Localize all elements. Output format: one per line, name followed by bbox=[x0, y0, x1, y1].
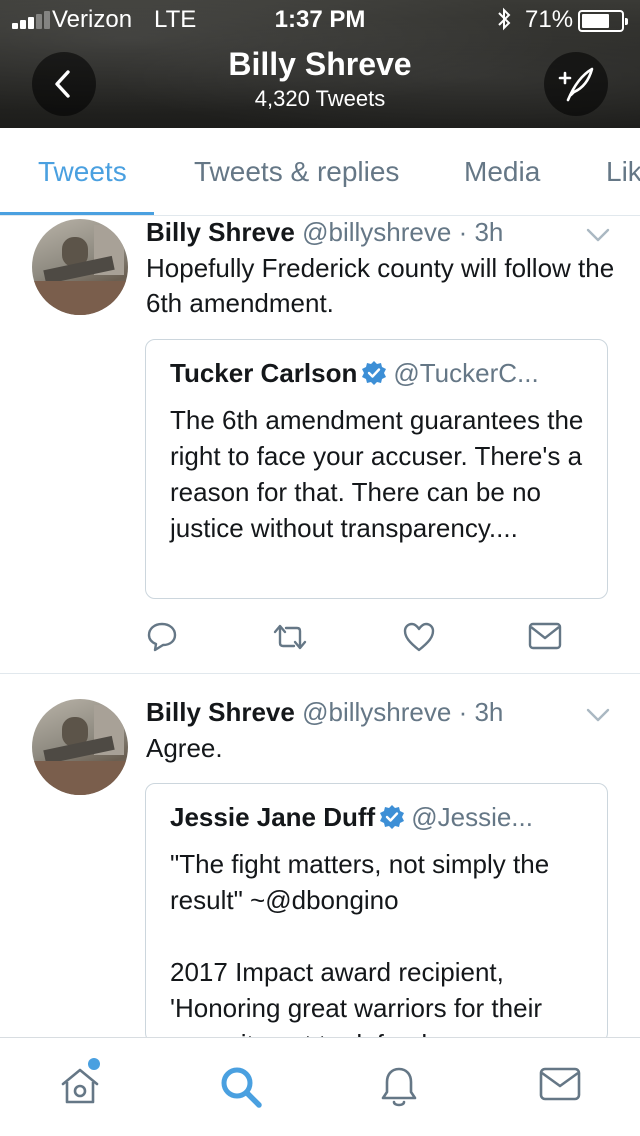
envelope-icon[interactable] bbox=[538, 1064, 582, 1104]
tweet-time: · 3h bbox=[458, 697, 504, 727]
chevron-down-icon[interactable] bbox=[586, 227, 610, 243]
quoted-author-handle: @TuckerC... bbox=[393, 358, 539, 388]
author-name[interactable]: Billy Shreve bbox=[146, 217, 295, 247]
tweet[interactable]: Billy Shreve @billyshreve · 3h Agree. Je… bbox=[0, 675, 640, 1037]
battery-icon bbox=[578, 10, 628, 32]
avatar[interactable] bbox=[32, 219, 128, 315]
profile-tabs: Tweets Tweets & replies Media Lik bbox=[0, 128, 640, 216]
tweet-feed[interactable]: Billy Shreve @billyshreve · 3h Hopefully… bbox=[0, 217, 640, 1037]
tweet-time: · 3h bbox=[458, 217, 504, 247]
author-handle[interactable]: @billyshreve bbox=[302, 217, 451, 247]
quoted-tweet[interactable]: Tucker Carlson @TuckerC... The 6th amend… bbox=[145, 339, 608, 599]
verified-badge-icon bbox=[380, 805, 405, 829]
bell-icon[interactable] bbox=[378, 1064, 420, 1110]
retweet-icon[interactable] bbox=[272, 621, 308, 653]
home-icon[interactable] bbox=[58, 1064, 102, 1108]
bottom-tab-bar bbox=[0, 1037, 640, 1136]
tab-media[interactable]: Media bbox=[464, 156, 540, 188]
status-bar: Verizon LTE 1:37 PM 71% bbox=[0, 0, 640, 40]
quoted-tweet-header: Jessie Jane Duff @Jessie... bbox=[170, 802, 533, 833]
search-icon[interactable] bbox=[218, 1064, 264, 1110]
reply-icon[interactable] bbox=[146, 621, 178, 653]
battery-fill bbox=[582, 14, 609, 28]
battery-percent: 71% bbox=[525, 6, 574, 33]
tweet-actions bbox=[0, 621, 640, 661]
tweet-header: Billy Shreve @billyshreve · 3h bbox=[146, 697, 503, 728]
profile-header: Verizon LTE 1:37 PM 71% Billy Shreve 4,3… bbox=[0, 0, 640, 128]
envelope-icon[interactable] bbox=[528, 621, 562, 651]
author-name[interactable]: Billy Shreve bbox=[146, 697, 295, 727]
tab-tweets-and-replies[interactable]: Tweets & replies bbox=[194, 156, 399, 188]
compose-tweet-button[interactable] bbox=[544, 52, 608, 116]
quoted-author-name: Tucker Carlson bbox=[170, 358, 358, 388]
active-tab-indicator bbox=[0, 212, 154, 215]
compose-tweet-icon bbox=[558, 67, 594, 102]
tab-likes[interactable]: Lik bbox=[606, 156, 640, 188]
quoted-author-name: Jessie Jane Duff bbox=[170, 802, 376, 832]
quoted-tweet[interactable]: Jessie Jane Duff @Jessie... "The fight m… bbox=[145, 783, 608, 1037]
profile-screen: Verizon LTE 1:37 PM 71% Billy Shreve 4,3… bbox=[0, 0, 640, 1136]
notification-dot bbox=[88, 1058, 100, 1070]
quoted-tweet-text: "The fight matters, not simply the resul… bbox=[170, 849, 550, 1037]
verified-badge-icon bbox=[362, 361, 387, 385]
quoted-author-handle: @Jessie... bbox=[411, 802, 533, 832]
tweet-text: Agree. bbox=[146, 733, 223, 763]
tweet-text: Hopefully Frederick county will follow t… bbox=[146, 253, 615, 318]
quoted-tweet-header: Tucker Carlson @TuckerC... bbox=[170, 358, 539, 389]
quoted-tweet-text: The 6th amendment guarantees the right t… bbox=[170, 405, 584, 543]
tab-tweets[interactable]: Tweets bbox=[38, 156, 127, 188]
avatar[interactable] bbox=[32, 699, 128, 795]
chevron-down-icon[interactable] bbox=[586, 707, 610, 723]
heart-icon[interactable] bbox=[402, 621, 436, 653]
author-handle[interactable]: @billyshreve bbox=[302, 697, 451, 727]
tweet-header: Billy Shreve @billyshreve · 3h bbox=[146, 217, 503, 248]
bluetooth-icon bbox=[497, 7, 511, 37]
tweet[interactable]: Billy Shreve @billyshreve · 3h Hopefully… bbox=[0, 217, 640, 674]
